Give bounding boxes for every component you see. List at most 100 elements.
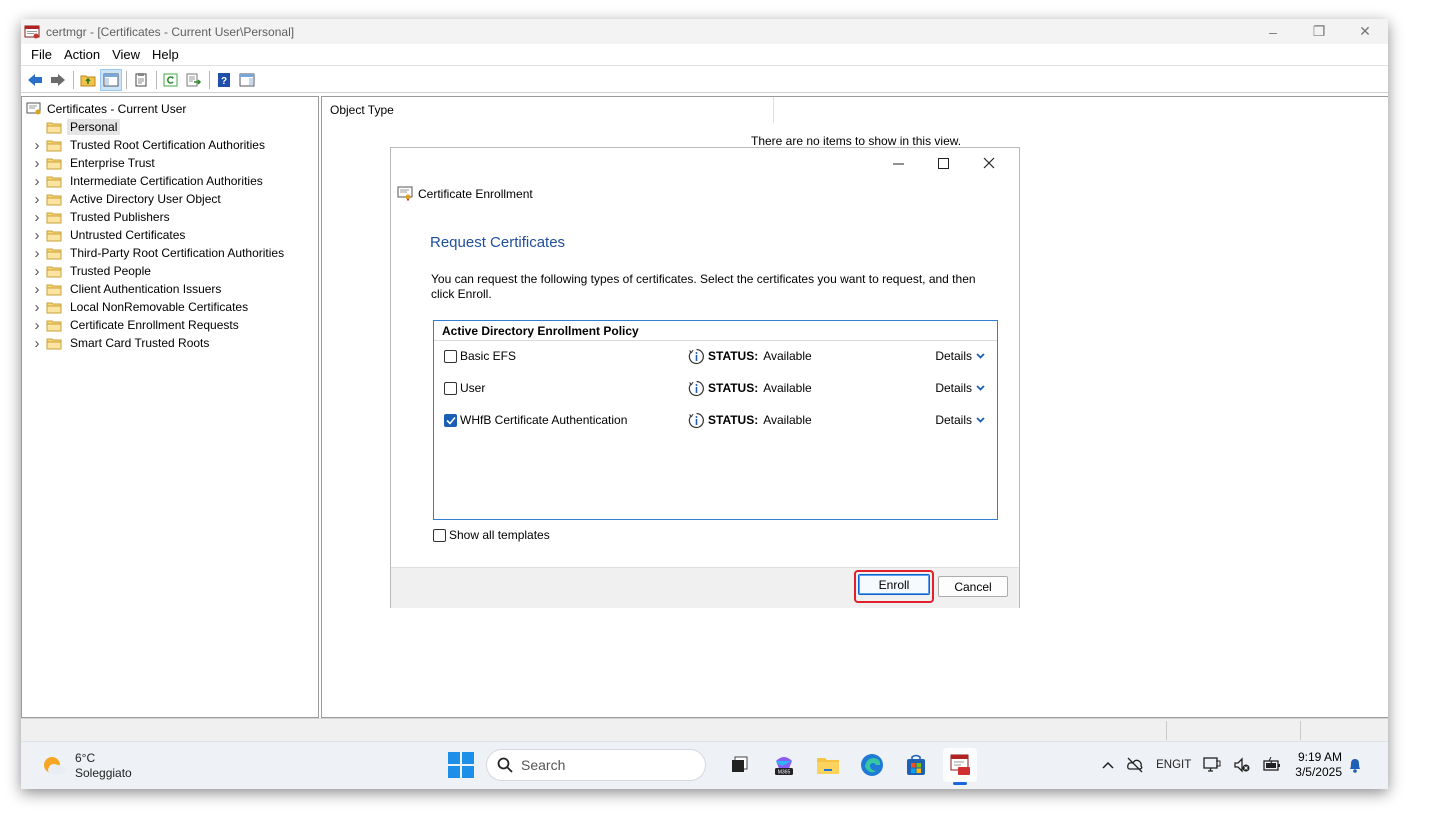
folder-icon	[46, 176, 62, 187]
tree-item[interactable]: › Intermediate Certification Authorities	[30, 172, 266, 190]
folder-icon	[46, 248, 62, 259]
certificate-checkbox[interactable]	[444, 413, 457, 427]
m365-copilot-icon[interactable]: M365	[767, 748, 801, 782]
minimize-button[interactable]: –	[1250, 19, 1296, 44]
enroll-button[interactable]: Enroll	[858, 574, 930, 595]
cancel-button[interactable]: Cancel	[938, 576, 1008, 597]
chevron-right-icon[interactable]: ›	[30, 245, 44, 262]
dialog-close-button[interactable]	[966, 152, 1011, 174]
chevron-right-icon[interactable]: ›	[30, 335, 44, 352]
tree-item[interactable]: › Smart Card Trusted Roots	[30, 334, 212, 352]
back-arrow-icon[interactable]	[24, 69, 46, 91]
menu-action[interactable]: Action	[58, 47, 106, 62]
info-icon	[688, 412, 704, 428]
tree-item-label: Untrusted Certificates	[70, 228, 186, 242]
title-bar: certmgr - [Certificates - Current User\P…	[21, 19, 1388, 44]
certificate-template-option[interactable]: WHfB Certificate Authentication	[444, 413, 627, 427]
certificate-checkbox[interactable]	[444, 381, 457, 395]
show-all-templates-checkbox[interactable]	[433, 528, 446, 542]
details-label: Details	[935, 349, 972, 363]
show-hide-console-tree-icon[interactable]	[100, 68, 122, 91]
menu-file[interactable]: File	[25, 47, 58, 62]
show-hide-action-pane-icon[interactable]	[236, 69, 258, 91]
dialog-maximize-button[interactable]	[921, 152, 966, 174]
up-folder-icon[interactable]	[77, 69, 99, 91]
battery-charging-icon[interactable]	[1263, 757, 1281, 773]
taskbar-clock[interactable]: 9:19 AM 3/5/2025	[1295, 750, 1342, 780]
certificate-icon	[397, 186, 413, 201]
chevron-right-icon[interactable]: ›	[30, 155, 44, 172]
menu-help[interactable]: Help	[146, 47, 185, 62]
chevron-right-icon[interactable]: ›	[30, 299, 44, 316]
column-header-object-type[interactable]: Object Type	[322, 97, 774, 123]
certificate-status: STATUS: Available	[688, 412, 812, 429]
status-divider	[1166, 721, 1167, 740]
close-button[interactable]: ✕	[1342, 19, 1388, 44]
cloud-offline-icon[interactable]	[1126, 757, 1144, 773]
language-indicator[interactable]: ENG IT	[1156, 758, 1191, 772]
chevron-right-icon[interactable]: ›	[30, 173, 44, 190]
tree-item[interactable]: › Third-Party Root Certification Authorit…	[30, 244, 287, 262]
certificate-name: Basic EFS	[460, 349, 517, 363]
tree-item[interactable]: › Client Authentication Issuers	[30, 280, 224, 298]
taskbar-search-box[interactable]: Search	[486, 749, 706, 781]
forward-arrow-icon[interactable]	[47, 69, 69, 91]
details-toggle[interactable]: Details	[935, 413, 985, 427]
restore-button[interactable]: ❐	[1296, 19, 1342, 44]
volume-muted-icon[interactable]	[1233, 757, 1251, 773]
empty-view-message: There are no items to show in this view.	[751, 134, 962, 148]
folder-icon	[46, 320, 62, 331]
microsoft-store-icon[interactable]	[899, 748, 933, 782]
status-label: STATUS:	[708, 349, 759, 363]
toolbar-separator	[156, 70, 157, 89]
certmgr-taskbar-icon[interactable]	[943, 748, 977, 785]
tree-item[interactable]: › Local NonRemovable Certificates	[30, 298, 251, 316]
export-list-icon[interactable]	[183, 69, 205, 91]
tree-item-label: Trusted Publishers	[70, 210, 170, 224]
network-icon[interactable]	[1203, 757, 1221, 773]
chevron-up-icon[interactable]	[1102, 761, 1114, 769]
tree-item[interactable]: › Active Directory User Object	[30, 190, 224, 208]
weather-widget[interactable]: 6°C Soleggiato	[41, 751, 132, 781]
tree-root[interactable]: Certificates - Current User	[26, 100, 186, 118]
notification-bell-icon[interactable]	[1348, 757, 1362, 773]
dialog-minimize-button[interactable]	[876, 152, 921, 174]
details-toggle[interactable]: Details	[935, 349, 985, 363]
weather-temperature: 6°C	[75, 751, 96, 765]
certificate-template-option[interactable]: User	[444, 381, 485, 395]
tree-item-label: Third-Party Root Certification Authoriti…	[70, 246, 285, 260]
clipboard-icon[interactable]	[130, 69, 152, 91]
chevron-right-icon[interactable]: ›	[30, 281, 44, 298]
tree-item[interactable]: › Enterprise Trust	[30, 154, 158, 172]
tree-item[interactable]: Personal	[30, 118, 121, 136]
menu-bar: File Action View Help	[21, 44, 1388, 66]
chevron-right-icon[interactable]: ›	[30, 263, 44, 280]
chevron-right-icon[interactable]: ›	[30, 209, 44, 226]
svg-text:?: ?	[221, 76, 227, 87]
status-divider	[1300, 721, 1301, 740]
certificate-template-option[interactable]: Basic EFS	[444, 349, 516, 363]
chevron-right-icon[interactable]: ›	[30, 227, 44, 244]
tree-item-label: Active Directory User Object	[70, 192, 221, 206]
chevron-right-icon[interactable]: ›	[30, 191, 44, 208]
edge-browser-icon[interactable]	[855, 748, 889, 782]
tree-item-label: Local NonRemovable Certificates	[70, 300, 249, 314]
tree-item[interactable]: › Trusted Root Certification Authorities	[30, 136, 268, 154]
menu-view[interactable]: View	[106, 47, 146, 62]
task-view-icon[interactable]	[723, 748, 757, 782]
start-windows-icon[interactable]	[448, 752, 474, 778]
help-icon[interactable]: ?	[213, 69, 235, 91]
tree-item[interactable]: › Certificate Enrollment Requests	[30, 316, 242, 334]
chevron-right-icon[interactable]: ›	[30, 137, 44, 154]
tree-item[interactable]: › Trusted Publishers	[30, 208, 173, 226]
tree-item[interactable]: › Untrusted Certificates	[30, 226, 188, 244]
refresh-icon[interactable]	[160, 69, 182, 91]
tree-item[interactable]: › Trusted People	[30, 262, 154, 280]
details-toggle[interactable]: Details	[935, 381, 985, 395]
chevron-right-icon[interactable]: ›	[30, 317, 44, 334]
show-all-templates-option[interactable]: Show all templates	[433, 528, 550, 542]
certificate-enrollment-dialog: Certificate Enrollment Request Certifica…	[390, 147, 1020, 608]
file-explorer-icon[interactable]	[811, 748, 845, 782]
folder-icon	[46, 212, 62, 223]
certificate-checkbox[interactable]	[444, 349, 457, 363]
